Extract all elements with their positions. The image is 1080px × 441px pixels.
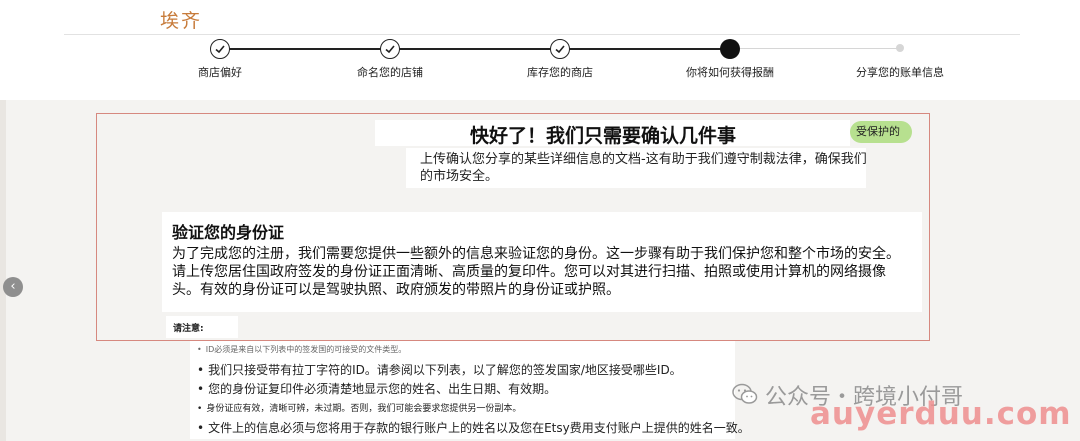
list-item: • ID必须是来自以下列表中的签发国的可接受的文件类型。	[197, 345, 407, 354]
progress-stepper: 商店偏好 命名您的店铺 库存您的商店 你将如何获得报酬 分享您的账单信息	[0, 36, 1080, 96]
step-5-pending-dot	[896, 44, 904, 52]
step-connector	[560, 48, 730, 50]
list-item: • 身份证应有效，清晰可辨，未过期。否则，我们可能会要求您提供另一份副本。	[197, 404, 522, 414]
list-item: • 我们只接受带有拉丁字符的ID。请参阅以下列表，以了解您的签发国家/地区接受哪些…	[197, 363, 682, 377]
list-item: • 文件上的信息必须与您将用于存款的银行账户上的姓名以及您在Etsy费用支付账户上…	[197, 421, 750, 435]
header-divider	[64, 34, 1020, 35]
list-item-text: 您的身份证复印件必须清楚地显示您的姓名、出生日期、有效期。	[208, 382, 557, 396]
highlight-frame	[96, 113, 930, 341]
left-edge-bar	[0, 100, 6, 441]
step-4-current-dot	[720, 39, 740, 59]
brand-logo[interactable]: 埃齐	[160, 6, 202, 33]
list-item-text: 文件上的信息必须与您将用于存款的银行账户上的姓名以及您在Etsy费用支付账户上提…	[208, 421, 750, 435]
step-3-check-icon	[550, 39, 570, 59]
step-1-check-icon	[210, 39, 230, 59]
step-label-name-shop[interactable]: 命名您的店铺	[357, 64, 423, 80]
watermark-domain: auyerduu.com	[810, 396, 1072, 432]
step-label-billing[interactable]: 分享您的账单信息	[856, 64, 944, 80]
step-label-get-paid[interactable]: 你将如何获得报酬	[686, 64, 774, 80]
list-item: • 您的身份证复印件必须清楚地显示您的姓名、出生日期、有效期。	[197, 382, 557, 396]
wechat-icon	[732, 383, 758, 405]
step-connector	[730, 48, 900, 49]
list-item-text: 我们只接受带有拉丁字符的ID。请参阅以下列表，以了解您的签发国家/地区接受哪些I…	[208, 363, 682, 377]
carousel-prev-button[interactable]: ‹	[3, 277, 23, 297]
list-item-text: ID必须是来自以下列表中的签发国的可接受的文件类型。	[205, 345, 407, 354]
list-item-text: 身份证应有效，清晰可辨，未过期。否则，我们可能会要求您提供另一份副本。	[206, 404, 522, 414]
step-label-stock-shop[interactable]: 库存您的商店	[527, 64, 593, 80]
step-2-check-icon	[380, 39, 400, 59]
note-label: 请注意:	[173, 324, 204, 334]
step-connector	[220, 48, 390, 50]
step-connector	[390, 48, 560, 50]
step-label-shop-preferences[interactable]: 商店偏好	[198, 64, 242, 80]
